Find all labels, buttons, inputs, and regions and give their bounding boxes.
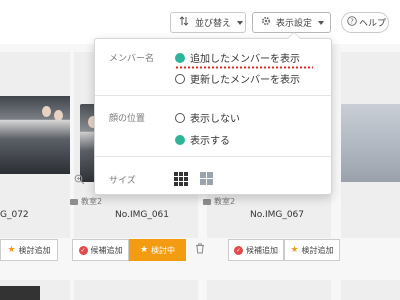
display-settings-label: 表示設定 — [276, 19, 313, 29]
question-icon: ? — [347, 16, 357, 29]
star-icon: ★ — [7, 245, 16, 255]
card-actions: ★ 検討追加 — [0, 239, 58, 261]
folder-icon — [70, 198, 78, 205]
face-hide-option[interactable]: 表示しない — [175, 110, 240, 125]
gear-icon — [261, 16, 271, 29]
folder-icon — [203, 198, 211, 205]
sort-label: 並び替え — [195, 19, 232, 29]
card-actions: ✓ 候補追加 ★ 検討中 — [72, 239, 186, 261]
review-add-button[interactable]: ★ 検討追加 — [0, 239, 58, 261]
photo-name: No.IMG_067 — [250, 210, 305, 220]
photo-thumbnail[interactable] — [0, 286, 40, 300]
photo-name: No.IMG_061 — [115, 210, 170, 220]
grid-3x3-icon[interactable] — [174, 172, 188, 186]
card-actions: ✓ 候補追加 ★ 検討追加 — [228, 239, 340, 261]
candidate-add-button[interactable]: ✓ 候補追加 — [228, 239, 284, 261]
display-settings-dropdown: メンバー名 追加したメンバーを表示 更新したメンバーを表示 顔の位置 表示しない… — [94, 32, 332, 195]
photo-card[interactable] — [207, 280, 331, 300]
svg-text:?: ? — [350, 18, 354, 26]
help-button[interactable]: ? ヘルプ — [341, 12, 389, 33]
trash-icon[interactable] — [195, 243, 205, 257]
show-updated-member-option[interactable]: 更新したメンバーを表示 — [175, 71, 300, 86]
photo-card[interactable] — [341, 52, 400, 238]
photo-name: G_072 — [0, 210, 29, 220]
face-position-label: 顔の位置 — [109, 114, 146, 124]
star-icon: ★ — [290, 245, 299, 255]
spellcheck-underline — [175, 66, 313, 69]
app: 並び替え 表示設定 ? ヘルプ 教室2 教室2 G_072 No.IMG_061… — [0, 0, 400, 300]
size-label: サイズ — [109, 176, 136, 186]
divider — [95, 95, 331, 96]
chevron-down-icon — [237, 20, 244, 25]
radio-icon[interactable] — [175, 112, 185, 123]
show-added-member-option[interactable]: 追加したメンバーを表示 — [175, 50, 300, 65]
radio-selected-icon[interactable] — [175, 52, 185, 63]
check-icon: ✓ — [78, 245, 88, 255]
radio-selected-icon[interactable] — [175, 134, 185, 145]
help-label: ヘルプ — [359, 19, 387, 29]
room-label: 教室2 — [203, 196, 235, 207]
display-settings-button[interactable]: 表示設定 — [252, 12, 331, 33]
member-name-label: メンバー名 — [109, 54, 155, 64]
grid-2x2-icon[interactable] — [200, 172, 213, 185]
candidate-add-button[interactable]: ✓ 候補追加 — [72, 239, 129, 261]
photo-thumbnail[interactable] — [341, 104, 400, 182]
review-add-button[interactable]: ★ 検討追加 — [284, 239, 340, 261]
sort-button[interactable]: 並び替え — [170, 12, 246, 33]
star-icon: ★ — [139, 245, 149, 255]
photo-card[interactable] — [341, 280, 400, 300]
face-show-option[interactable]: 表示する — [175, 132, 230, 147]
sort-icon — [179, 16, 189, 29]
reviewing-button[interactable]: ★ 検討中 — [129, 239, 186, 261]
check-icon: ✓ — [234, 245, 243, 255]
left-thumbnail[interactable] — [0, 96, 70, 174]
divider — [95, 156, 331, 157]
zoom-icon[interactable] — [74, 174, 85, 188]
radio-icon[interactable] — [175, 73, 185, 84]
photo-card[interactable] — [74, 280, 198, 300]
chevron-down-icon — [318, 20, 325, 25]
room-label: 教室2 — [70, 196, 102, 207]
